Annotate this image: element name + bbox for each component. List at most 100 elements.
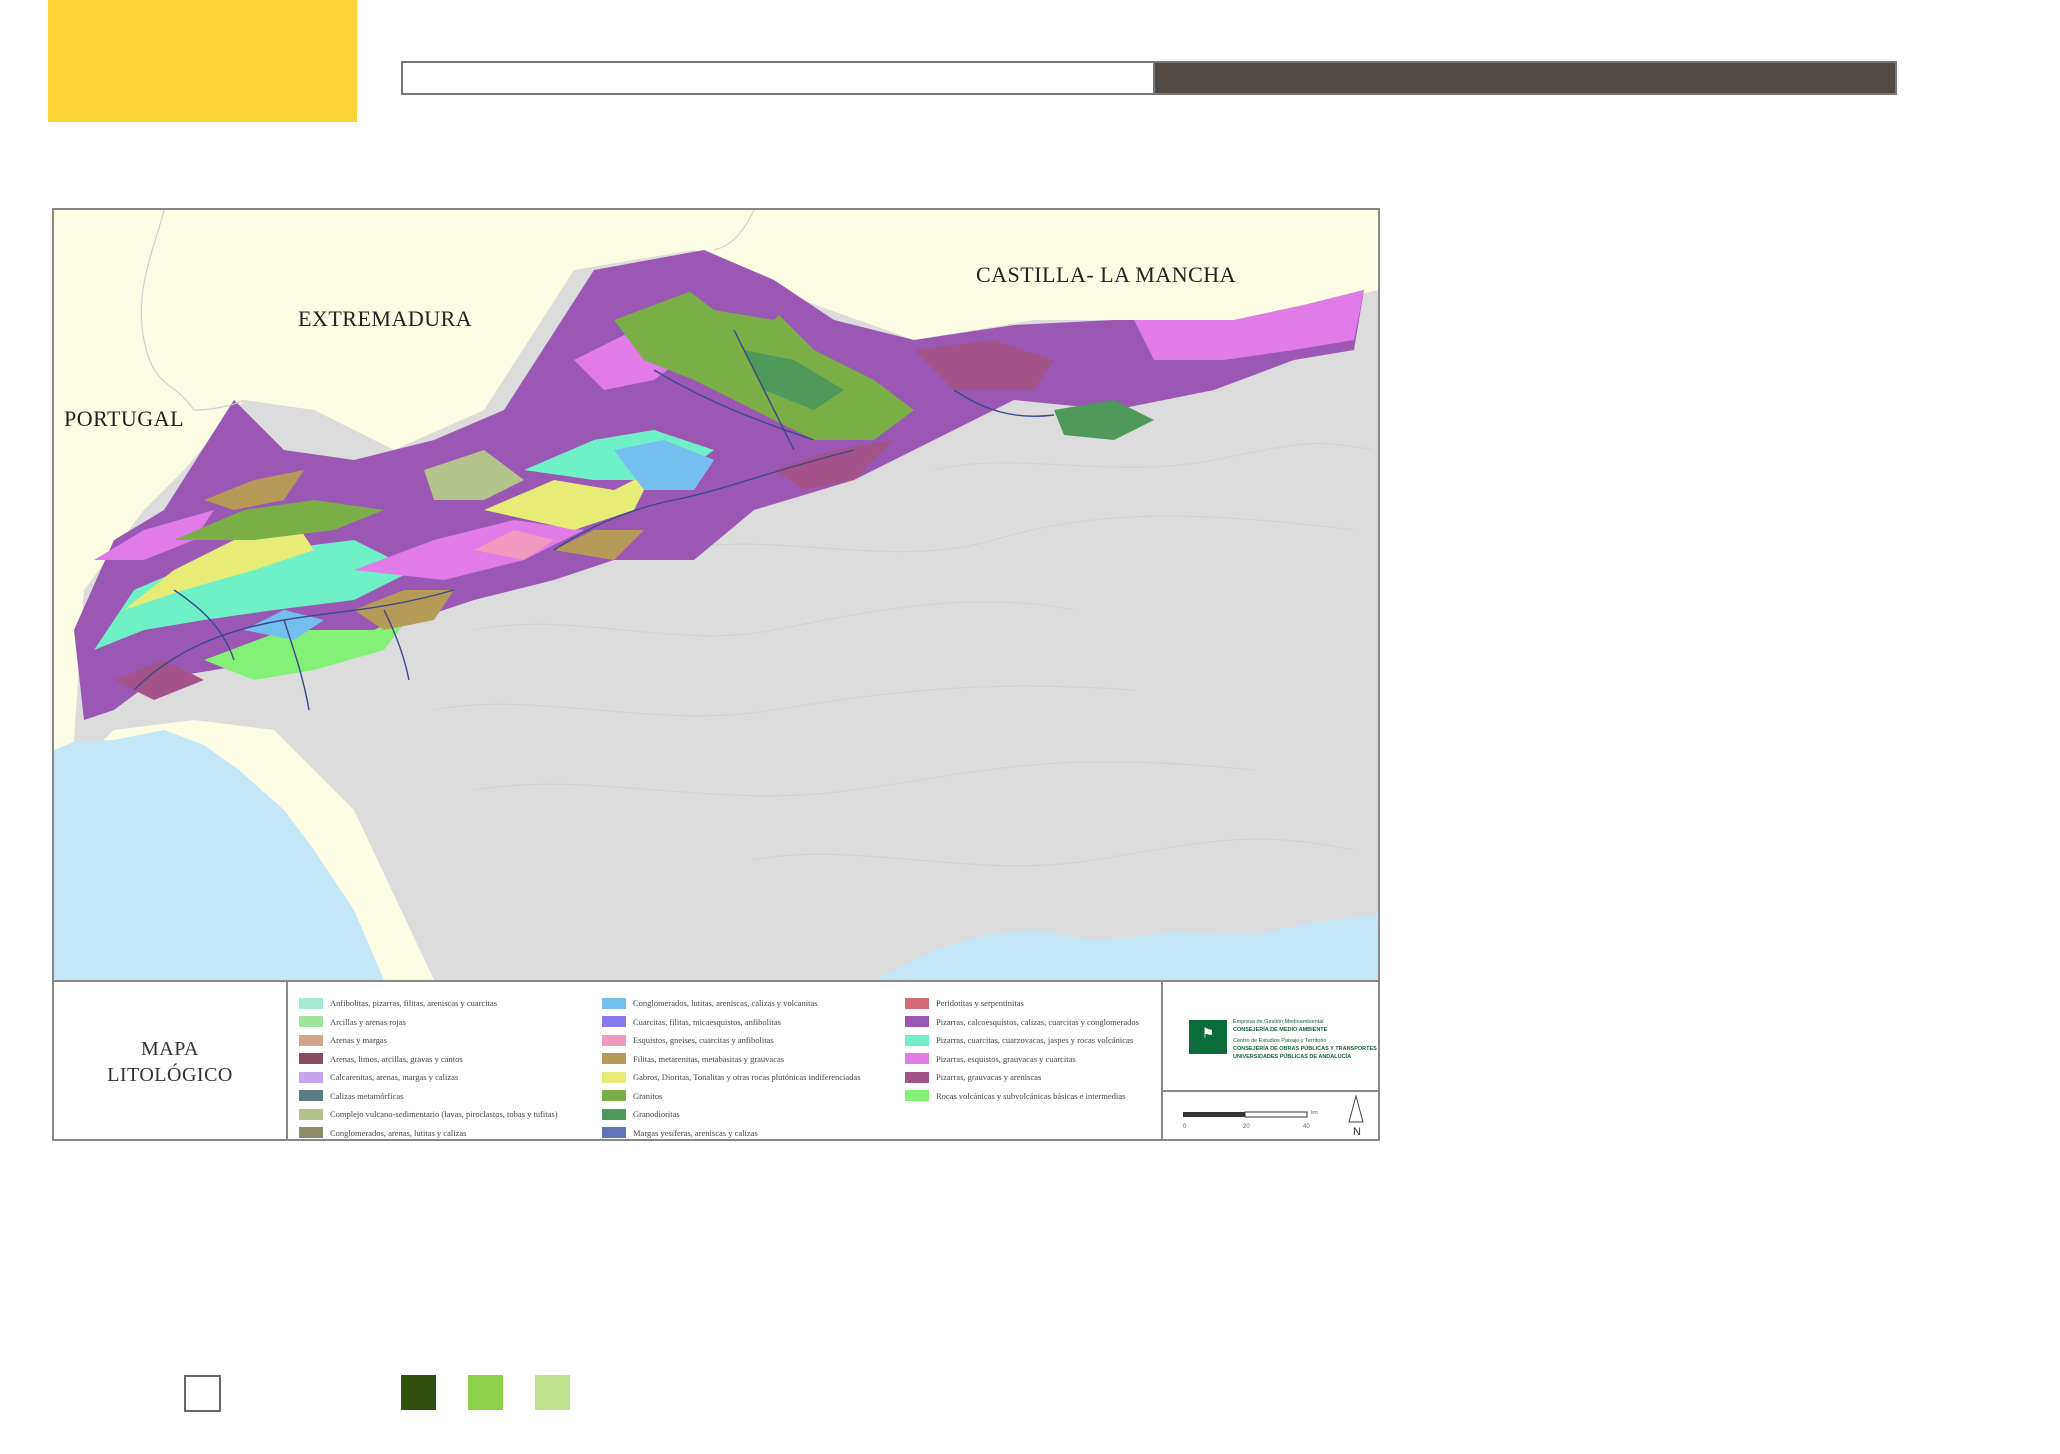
- legend-swatch: [299, 1016, 323, 1028]
- scale-tick-0: 0: [1183, 1124, 1187, 1130]
- legend-swatch: [299, 1108, 323, 1120]
- key-square-green: [468, 1375, 503, 1410]
- legend-swatch: [299, 1053, 323, 1065]
- header-accent-block: [48, 0, 357, 122]
- legend-label: Arcillas y arenas rojas: [330, 1016, 406, 1027]
- scale-bar: 0 20 40 km N: [1183, 1094, 1364, 1138]
- legend-item: Complejo vulcano-sedimentario (lavas, pi…: [299, 1105, 599, 1124]
- legend-swatch: [299, 997, 323, 1009]
- legend-item: Conglomerados, lutitas, areniscas, caliz…: [602, 994, 902, 1013]
- legend-item: Pizarras, esquistos, grauvacas y cuarcit…: [905, 1050, 1205, 1069]
- legend-swatch: [602, 1053, 626, 1065]
- legend-column-1: Anfibolitas, pizarras, filitas, arenisca…: [299, 994, 599, 1142]
- legend-title-box: MAPA LITOLÓGICO: [54, 982, 288, 1141]
- scale-tick-20: 20: [1243, 1124, 1250, 1130]
- legend-label: Gabros, Dioritas, Tonalitas y otras roca…: [633, 1072, 861, 1083]
- legend-item: Pizarras, calcoesquistos, calizas, cuarc…: [905, 1013, 1205, 1032]
- legend-swatch: [299, 1071, 323, 1083]
- scale-tick-40: 40: [1303, 1124, 1310, 1130]
- legend-title-line2: LITOLÓGICO: [107, 1063, 233, 1086]
- legend-item: Arenas y margas: [299, 1031, 599, 1050]
- legend-label: Granodioritas: [633, 1109, 680, 1120]
- legend-label: Pizarras, esquistos, grauvacas y cuarcit…: [936, 1053, 1076, 1064]
- legend-label: Rocas volcánicas y subvolcánicas básicas…: [936, 1090, 1126, 1101]
- legend-item: Margas yesíferas, areniscas y calizas: [602, 1124, 902, 1143]
- legend-item: Filitas, metarenitas, metabasitas y grau…: [602, 1050, 902, 1069]
- label-castilla-la-mancha: CASTILLA- LA MANCHA: [976, 262, 1237, 287]
- legend-swatch: [905, 1053, 929, 1065]
- header-bar: [401, 61, 1897, 95]
- legend-label: Anfibolitas, pizarras, filitas, arenisca…: [330, 998, 498, 1009]
- legend-swatch: [299, 1127, 323, 1139]
- label-portugal: PORTUGAL: [64, 406, 185, 431]
- north-label: N: [1353, 1126, 1361, 1138]
- legend-label: Conglomerados, lutitas, areniscas, caliz…: [633, 998, 818, 1009]
- legend-label: Filitas, metarenitas, metabasitas y grau…: [633, 1053, 785, 1064]
- lithology-map-figure: CASTILLA- LA MANCHA EXTREMADURA PORTUGAL…: [52, 208, 1380, 1141]
- header-bar-dark: [1155, 63, 1895, 93]
- institution-line-4: CONSEJERÍA DE OBRAS PÚBLICAS Y TRANSPORT…: [1233, 1046, 1377, 1052]
- legend-item: Arcillas y arenas rojas: [299, 1013, 599, 1032]
- legend-label: Arenas, limos, arcillas, gravas y cantos: [330, 1053, 463, 1064]
- legend-item: Conglomerados, arenas, lutitas y calizas: [299, 1124, 599, 1143]
- institution-logo-box: ⚑ Empresa de Gestión Medioambiental CONS…: [1161, 982, 1380, 1092]
- legend-label: Peridotitas y serpentinitas: [936, 998, 1024, 1009]
- legend-swatch: [602, 1127, 626, 1139]
- legend-label: Pizarras, grauvacas y areniscas: [936, 1072, 1042, 1083]
- legend-swatch: [602, 1090, 626, 1102]
- legend-swatch: [905, 1016, 929, 1028]
- legend-item: Granodioritas: [602, 1105, 902, 1124]
- key-square-dark-green: [401, 1375, 436, 1410]
- map-canvas[interactable]: CASTILLA- LA MANCHA EXTREMADURA PORTUGAL: [54, 210, 1378, 980]
- legend-item: Pizarras, grauvacas y areniscas: [905, 1068, 1205, 1087]
- institution-text: Empresa de Gestión Medioambiental CONSEJ…: [1233, 1018, 1377, 1061]
- legend-label: Complejo vulcano-sedimentario (lavas, pi…: [330, 1109, 558, 1120]
- institution-line-3: Centro de Estudios Paisaje y Territorio: [1233, 1038, 1327, 1044]
- legend-swatch: [602, 1016, 626, 1028]
- scale-unit: km: [1311, 1110, 1318, 1116]
- legend-swatch: [602, 1071, 626, 1083]
- legend-label: Arenas y margas: [330, 1035, 387, 1046]
- label-extremadura: EXTREMADURA: [298, 306, 473, 331]
- scale-and-north-box: 0 20 40 km N: [1161, 1090, 1380, 1141]
- header-bar-light: [403, 63, 1155, 93]
- legend-label: Granitos: [633, 1090, 663, 1101]
- legend-item: Peridotitas y serpentinitas: [905, 994, 1205, 1013]
- legend-item: Esquistos, gneises, cuarcitas y anfiboli…: [602, 1031, 902, 1050]
- institution-line-2: CONSEJERÍA DE MEDIO AMBIENTE: [1233, 1027, 1328, 1033]
- legend-label: Esquistos, gneises, cuarcitas y anfiboli…: [633, 1035, 774, 1046]
- map-svg: [54, 210, 1378, 980]
- legend-item: Pizarras, cuarcitas, cuarzovacas, jaspes…: [905, 1031, 1205, 1050]
- institution-line-1: Empresa de Gestión Medioambiental: [1233, 1019, 1324, 1025]
- legend-label: Cuarcitas, filitas, micaesquistos, anfib…: [633, 1016, 781, 1027]
- legend-swatch: [602, 997, 626, 1009]
- legend-column-3: Peridotitas y serpentinitas Pizarras, cal…: [905, 994, 1205, 1105]
- legend-swatch: [905, 1071, 929, 1083]
- legend-item: Anfibolitas, pizarras, filitas, arenisca…: [299, 994, 599, 1013]
- north-arrow-icon: [1348, 1094, 1364, 1123]
- legend-swatch: [905, 1090, 929, 1102]
- legend-item: Arenas, limos, arcillas, gravas y cantos: [299, 1050, 599, 1069]
- legend-swatch: [905, 997, 929, 1009]
- legend-title-line1: MAPA: [141, 1037, 199, 1060]
- legend-label: Calcarenitas, arenas, margas y calizas: [330, 1072, 459, 1083]
- legend-item: Granitos: [602, 1087, 902, 1106]
- legend-items: Anfibolitas, pizarras, filitas, arenisca…: [299, 994, 1159, 1139]
- legend-swatch: [602, 1108, 626, 1120]
- institution-line-5: UNIVERSIDADES PÚBLICAS DE ANDALUCÍA: [1233, 1054, 1352, 1060]
- key-square-light-green: [535, 1375, 570, 1410]
- legend-label: Pizarras, calcoesquistos, calizas, cuarc…: [936, 1016, 1139, 1027]
- legend-label: Calizas metamórficas: [330, 1090, 404, 1101]
- legend-item: Calcarenitas, arenas, margas y calizas: [299, 1068, 599, 1087]
- legend-swatch: [299, 1090, 323, 1102]
- legend-swatch: [299, 1034, 323, 1046]
- legend-label: Margas yesíferas, areniscas y calizas: [633, 1127, 758, 1138]
- legend-item: Cuarcitas, filitas, micaesquistos, anfib…: [602, 1013, 902, 1032]
- key-square-white: [184, 1375, 221, 1412]
- legend-item: Calizas metamórficas: [299, 1087, 599, 1106]
- legend-column-2: Conglomerados, lutitas, areniscas, caliz…: [602, 994, 902, 1142]
- junta-andalucia-emblem-icon: ⚑: [1189, 1020, 1227, 1054]
- legend-panel: MAPA LITOLÓGICO Anfibolitas, pizarras, f…: [54, 980, 1380, 1141]
- legend-swatch: [602, 1034, 626, 1046]
- legend-label: Pizarras, cuarcitas, cuarzovacas, jaspes…: [936, 1035, 1134, 1046]
